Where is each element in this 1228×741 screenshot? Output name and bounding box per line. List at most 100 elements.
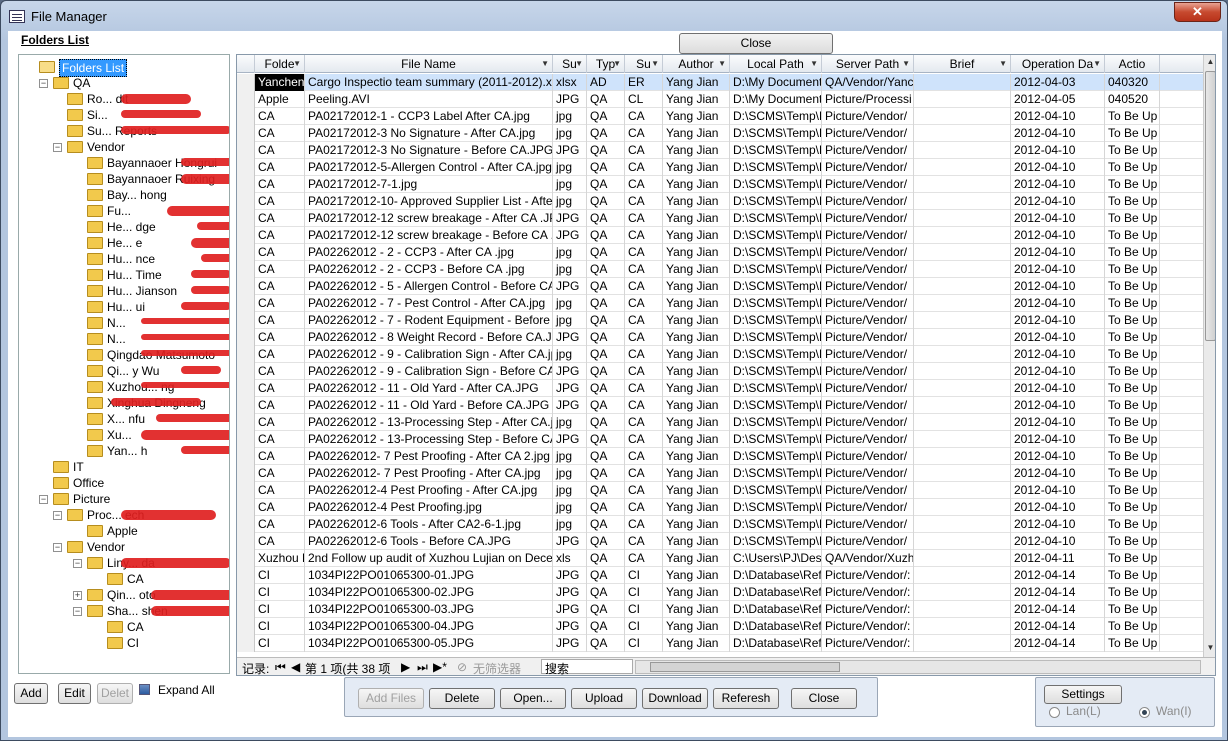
tree-node[interactable]: CA: [25, 571, 225, 587]
table-cell[interactable]: CA: [625, 312, 663, 329]
table-cell[interactable]: Picture/Vendor/: [822, 482, 914, 499]
table-cell[interactable]: QA: [587, 601, 625, 618]
table-cell[interactable]: To Be Up: [1105, 635, 1160, 652]
table-cell[interactable]: QA: [587, 533, 625, 550]
table-cell[interactable]: 2012-04-10: [1011, 414, 1105, 431]
table-cell[interactable]: Apple: [255, 91, 305, 108]
table-cell[interactable]: QA: [587, 261, 625, 278]
table-cell[interactable]: [914, 227, 1011, 244]
table-cell[interactable]: D:\SCMS\Temp\F: [730, 499, 822, 516]
table-cell[interactable]: D:\My Document: [730, 91, 822, 108]
collapse-icon[interactable]: −: [73, 607, 82, 616]
table-cell[interactable]: Yang Jian: [663, 261, 730, 278]
row-selector[interactable]: [237, 380, 255, 397]
table-cell[interactable]: [914, 346, 1011, 363]
table-row[interactable]: Yanchen Cargo Inspectio team summary (201…: [237, 74, 1203, 91]
table-cell[interactable]: PA02262012-6 Tools - Before CA.JPG: [305, 533, 553, 550]
table-cell[interactable]: [914, 261, 1011, 278]
row-selector[interactable]: [237, 601, 255, 618]
table-row[interactable]: CA PA02172012-1 - CCP3 Label After CA.jpg…: [237, 108, 1203, 125]
table-cell[interactable]: CA: [625, 363, 663, 380]
table-cell[interactable]: CA: [255, 431, 305, 448]
table-cell[interactable]: JPG: [553, 380, 587, 397]
table-cell[interactable]: jpg: [553, 482, 587, 499]
table-cell[interactable]: QA/Vendor/Xuzh: [822, 550, 914, 567]
filter-status[interactable]: 无筛选器: [473, 660, 521, 675]
table-cell[interactable]: Picture/Vendor/: [822, 499, 914, 516]
table-cell[interactable]: 2012-04-14: [1011, 601, 1105, 618]
table-cell[interactable]: QA: [587, 159, 625, 176]
table-cell[interactable]: QA: [587, 108, 625, 125]
table-cell[interactable]: Picture/Vendor/: [822, 448, 914, 465]
vertical-scrollbar[interactable]: ▲ ▼: [1203, 55, 1215, 657]
table-cell[interactable]: Yang Jian: [663, 431, 730, 448]
table-cell[interactable]: PA02172012-5-Allergen Control - After CA…: [305, 159, 553, 176]
table-cell[interactable]: Picture/Vendor/: [822, 363, 914, 380]
table-cell[interactable]: To Be Up: [1105, 176, 1160, 193]
table-cell[interactable]: JPG: [553, 567, 587, 584]
close-button[interactable]: Close: [791, 688, 857, 709]
table-cell[interactable]: To Be Up: [1105, 329, 1160, 346]
table-cell[interactable]: CA: [255, 108, 305, 125]
table-cell[interactable]: CA: [255, 482, 305, 499]
table-cell[interactable]: 2012-04-03: [1011, 74, 1105, 91]
table-cell[interactable]: JPG: [553, 142, 587, 159]
table-cell[interactable]: D:\SCMS\Temp\F: [730, 329, 822, 346]
table-cell[interactable]: To Be Up: [1105, 142, 1160, 159]
table-cell[interactable]: D:\SCMS\Temp\F: [730, 312, 822, 329]
table-cell[interactable]: CA: [255, 142, 305, 159]
table-cell[interactable]: [914, 533, 1011, 550]
table-cell[interactable]: JPG: [553, 329, 587, 346]
table-cell[interactable]: D:\SCMS\Temp\F: [730, 261, 822, 278]
table-cell[interactable]: D:\Database\Ref: [730, 601, 822, 618]
table-cell[interactable]: [914, 584, 1011, 601]
table-row[interactable]: CA PA02262012 - 11 - Old Yard - Before CA…: [237, 397, 1203, 414]
column-dropdown-icon[interactable]: ▼: [718, 55, 726, 73]
table-cell[interactable]: D:\Database\Ref: [730, 584, 822, 601]
table-cell[interactable]: Picture/Vendor/: [822, 210, 914, 227]
table-cell[interactable]: CA: [625, 533, 663, 550]
table-cell[interactable]: To Be Up: [1105, 125, 1160, 142]
table-cell[interactable]: QA/Vendor/Yanc: [822, 74, 914, 91]
table-cell[interactable]: Picture/Vendor/: [822, 108, 914, 125]
upload-button[interactable]: Upload: [571, 688, 637, 709]
expand-all-checkbox[interactable]: [139, 684, 150, 695]
table-cell[interactable]: CA: [255, 261, 305, 278]
table-cell[interactable]: Picture/Vendor/:: [822, 601, 914, 618]
table-cell[interactable]: PA02262012 - 9 - Calibration Sign - Afte…: [305, 346, 553, 363]
table-cell[interactable]: [914, 465, 1011, 482]
table-cell[interactable]: CA: [625, 346, 663, 363]
column-dropdown-icon[interactable]: ▼: [575, 55, 583, 73]
table-cell[interactable]: JPG: [553, 601, 587, 618]
column-header[interactable]: Server Path ▼: [822, 55, 914, 73]
table-row[interactable]: CA PA02262012 - 2 - CCP3 - After CA .jpg j…: [237, 244, 1203, 261]
table-row[interactable]: Apple Peeling.AVI JPG QA CL Yang Jian D:\My Do…: [237, 91, 1203, 108]
row-selector[interactable]: [237, 159, 255, 176]
row-selector[interactable]: [237, 329, 255, 346]
table-cell[interactable]: [914, 193, 1011, 210]
row-selector[interactable]: [237, 244, 255, 261]
table-cell[interactable]: JPG: [553, 227, 587, 244]
table-cell[interactable]: Yang Jian: [663, 125, 730, 142]
table-cell[interactable]: QA: [587, 176, 625, 193]
table-cell[interactable]: Yang Jian: [663, 329, 730, 346]
table-cell[interactable]: PA02262012 - 7 - Pest Control - After CA…: [305, 295, 553, 312]
table-cell[interactable]: [914, 550, 1011, 567]
tree-node-label[interactable]: Si...: [87, 107, 108, 123]
tree-node[interactable]: Apple: [25, 523, 225, 539]
table-cell[interactable]: jpg: [553, 516, 587, 533]
table-cell[interactable]: QA: [587, 414, 625, 431]
table-cell[interactable]: 2012-04-14: [1011, 567, 1105, 584]
tree-node-label[interactable]: Qi... y Wu: [107, 363, 159, 379]
table-cell[interactable]: Picture/Vendor/: [822, 278, 914, 295]
table-cell[interactable]: 1034PI22PO01065300-02.JPG: [305, 584, 553, 601]
table-cell[interactable]: [914, 635, 1011, 652]
table-cell[interactable]: CA: [625, 295, 663, 312]
row-selector[interactable]: [237, 346, 255, 363]
table-cell[interactable]: [914, 431, 1011, 448]
table-cell[interactable]: CA: [625, 380, 663, 397]
tree-node-label[interactable]: Qin... oto: [107, 587, 156, 603]
table-cell[interactable]: 2012-04-10: [1011, 380, 1105, 397]
table-cell[interactable]: Picture/Vendor/:: [822, 618, 914, 635]
table-cell[interactable]: D:\SCMS\Temp\F: [730, 397, 822, 414]
